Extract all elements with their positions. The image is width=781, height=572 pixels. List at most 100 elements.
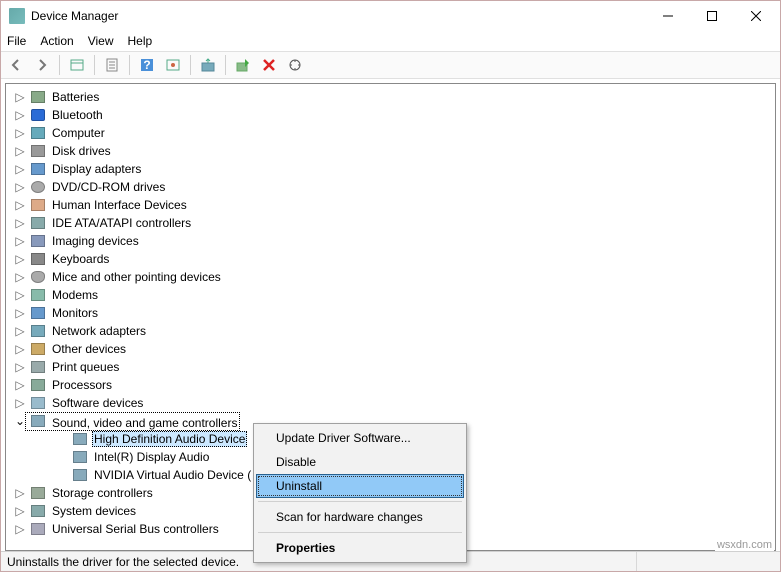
collapse-icon[interactable]: ⌄ <box>14 415 26 427</box>
maximize-button[interactable] <box>690 2 734 30</box>
watermark: wsxdn.com <box>715 539 774 551</box>
expand-icon[interactable]: ▷ <box>14 181 26 193</box>
imaging-icon <box>30 233 46 249</box>
expand-icon[interactable]: ▷ <box>14 361 26 373</box>
software-icon <box>30 395 46 411</box>
toolbar-separator <box>225 55 226 75</box>
modem-icon <box>30 287 46 303</box>
tree-item[interactable]: ▷Modems <box>6 286 775 304</box>
focus-outline: Sound, video and game controllers <box>26 413 239 430</box>
tree-item[interactable]: ▷Batteries <box>6 88 775 106</box>
expand-icon[interactable]: ▷ <box>14 163 26 175</box>
tree-item[interactable]: ▷Processors <box>6 376 775 394</box>
speaker-icon <box>72 431 88 447</box>
monitor-icon <box>30 305 46 321</box>
selected-device-label: High Definition Audio Device <box>92 431 247 447</box>
display-icon <box>30 161 46 177</box>
menu-help[interactable]: Help <box>128 34 153 48</box>
tree-item[interactable]: ▷Bluetooth <box>6 106 775 124</box>
tree-item[interactable]: ▷Keyboards <box>6 250 775 268</box>
toolbar-separator <box>190 55 191 75</box>
keyboard-icon <box>30 251 46 267</box>
ide-icon <box>30 215 46 231</box>
window-title: Device Manager <box>31 9 646 23</box>
menu-file[interactable]: File <box>7 34 26 48</box>
tree-item[interactable]: ▷Print queues <box>6 358 775 376</box>
expand-icon[interactable]: ▷ <box>14 127 26 139</box>
show-hide-tree-button[interactable] <box>66 54 88 76</box>
expand-icon[interactable]: ▷ <box>14 343 26 355</box>
system-icon <box>30 503 46 519</box>
toolbar-separator <box>59 55 60 75</box>
close-button[interactable] <box>734 2 778 30</box>
tree-item[interactable]: ▷Network adapters <box>6 322 775 340</box>
expand-icon[interactable]: ▷ <box>14 271 26 283</box>
expand-icon[interactable]: ▷ <box>14 505 26 517</box>
svg-text:?: ? <box>143 58 150 72</box>
tree-item[interactable]: ▷Mice and other pointing devices <box>6 268 775 286</box>
expand-icon[interactable]: ▷ <box>14 289 26 301</box>
menu-view[interactable]: View <box>88 34 114 48</box>
other-icon <box>30 341 46 357</box>
toolbar-separator <box>129 55 130 75</box>
back-button[interactable] <box>5 54 27 76</box>
toolbar-separator <box>94 55 95 75</box>
expand-icon[interactable]: ▷ <box>14 91 26 103</box>
usb-icon <box>30 521 46 537</box>
context-menu: Update Driver Software... Disable Uninst… <box>253 423 467 563</box>
expand-icon[interactable]: ▷ <box>14 217 26 229</box>
expand-icon[interactable]: ▷ <box>14 199 26 211</box>
hid-icon <box>30 197 46 213</box>
title-bar: Device Manager <box>1 1 780 31</box>
tree-item[interactable]: ▷Imaging devices <box>6 232 775 250</box>
uninstall-button[interactable] <box>258 54 280 76</box>
tree-item[interactable]: ▷Software devices <box>6 394 775 412</box>
update-driver-button[interactable] <box>197 54 219 76</box>
expand-icon[interactable]: ▷ <box>14 523 26 535</box>
tree-item[interactable]: ▷Human Interface Devices <box>6 196 775 214</box>
expand-icon[interactable]: ▷ <box>14 325 26 337</box>
ctx-separator <box>258 532 462 533</box>
expand-icon[interactable]: ▷ <box>14 307 26 319</box>
expand-icon[interactable]: ▷ <box>14 235 26 247</box>
dvd-icon <box>30 179 46 195</box>
expand-icon[interactable]: ▷ <box>14 253 26 265</box>
tree-item[interactable]: ▷IDE ATA/ATAPI controllers <box>6 214 775 232</box>
sound-icon <box>30 413 46 429</box>
help-button[interactable]: ? <box>136 54 158 76</box>
computer-icon <box>30 125 46 141</box>
expand-icon[interactable]: ▷ <box>14 145 26 157</box>
ctx-scan-hardware[interactable]: Scan for hardware changes <box>256 505 464 529</box>
expand-icon[interactable]: ▷ <box>14 487 26 499</box>
tree-item[interactable]: ▷Monitors <box>6 304 775 322</box>
ctx-disable[interactable]: Disable <box>256 450 464 474</box>
menu-action[interactable]: Action <box>40 34 73 48</box>
minimize-button[interactable] <box>646 2 690 30</box>
speaker-icon <box>72 449 88 465</box>
toolbar: ? <box>1 51 780 79</box>
forward-button[interactable] <box>31 54 53 76</box>
disk-icon <box>30 143 46 159</box>
expand-icon[interactable]: ▷ <box>14 109 26 121</box>
mouse-icon <box>30 269 46 285</box>
action-button[interactable] <box>162 54 184 76</box>
enable-button[interactable] <box>232 54 254 76</box>
expand-icon[interactable]: ▷ <box>14 379 26 391</box>
printer-icon <box>30 359 46 375</box>
scan-hardware-button[interactable] <box>284 54 306 76</box>
properties-button[interactable] <box>101 54 123 76</box>
bluetooth-icon <box>30 107 46 123</box>
tree-item[interactable]: ▷Other devices <box>6 340 775 358</box>
tree-item[interactable]: ▷Disk drives <box>6 142 775 160</box>
expand-icon[interactable]: ▷ <box>14 397 26 409</box>
menu-bar: File Action View Help <box>1 31 780 51</box>
ctx-update-driver[interactable]: Update Driver Software... <box>256 426 464 450</box>
cpu-icon <box>30 377 46 393</box>
tree-item[interactable]: ▷DVD/CD-ROM drives <box>6 178 775 196</box>
ctx-properties[interactable]: Properties <box>256 536 464 560</box>
ctx-uninstall[interactable]: Uninstall <box>256 474 464 498</box>
storage-icon <box>30 485 46 501</box>
tree-item[interactable]: ▷Display adapters <box>6 160 775 178</box>
tree-item[interactable]: ▷Computer <box>6 124 775 142</box>
network-icon <box>30 323 46 339</box>
